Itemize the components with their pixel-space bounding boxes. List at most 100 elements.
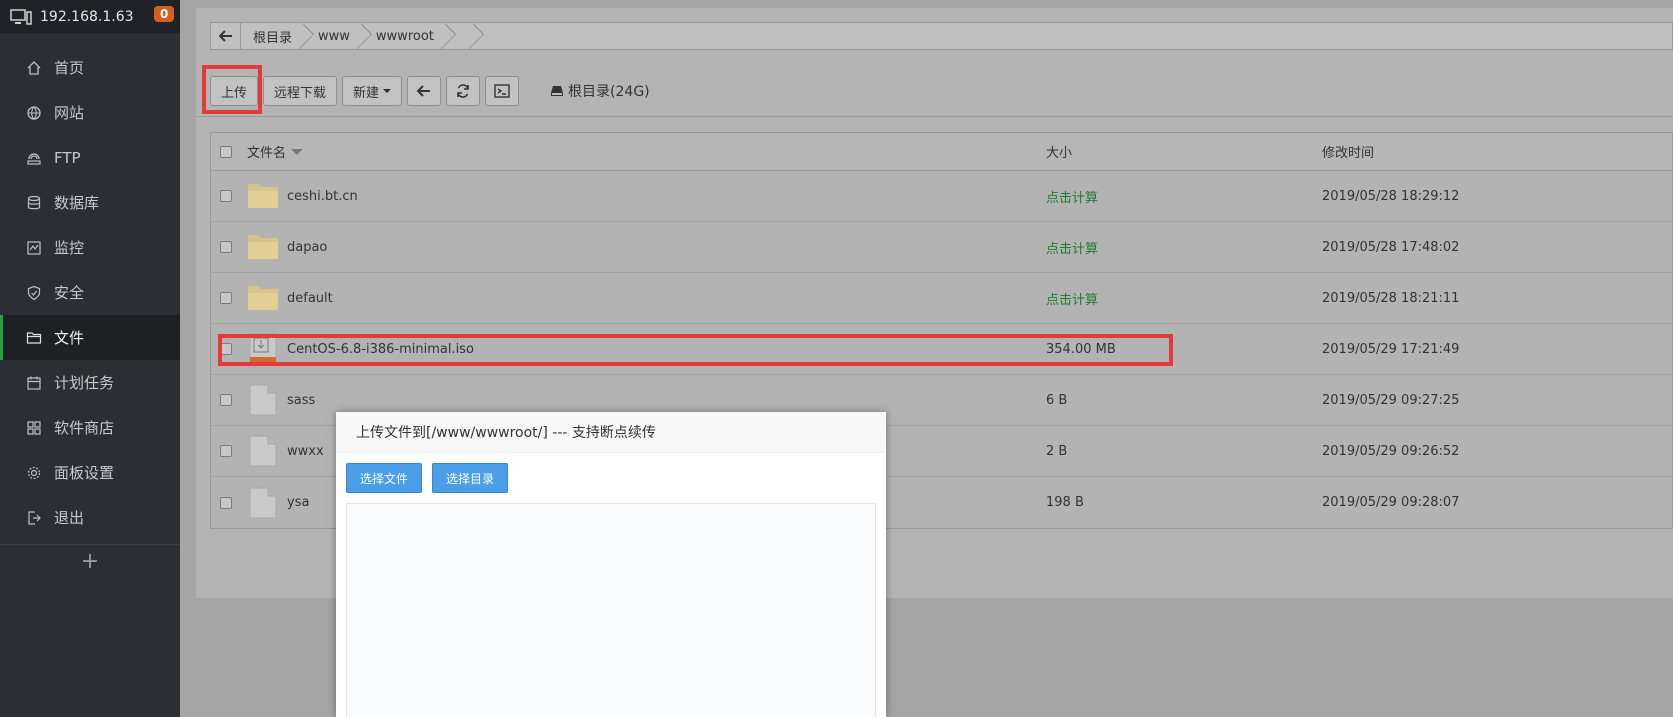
header-mtime[interactable]: 修改时间 (1322, 142, 1672, 161)
folder-icon (248, 286, 278, 310)
file-name[interactable]: dapao (287, 240, 327, 255)
sidebar-item-label: 数据库 (54, 194, 100, 212)
sidebar-item-10[interactable]: 退出 (0, 495, 180, 540)
breadcrumb-back-button[interactable] (211, 23, 241, 49)
sidebar: 192.168.1.63 0 首页网站 FTP 数据库监控安全文件计划任务软件商店面… (0, 0, 180, 717)
breadcrumb-www[interactable]: www (306, 23, 364, 49)
table-row[interactable]: dapao 点击计算 2019/05/28 17:48:02 (211, 222, 1672, 273)
calculate-size-link[interactable]: 点击计算 (1046, 289, 1322, 308)
terminal-button[interactable] (485, 76, 520, 106)
arrow-left-icon (417, 85, 431, 97)
computer-icon (10, 8, 32, 25)
sidebar-item-label: 网站 (54, 104, 85, 122)
file-mtime: 2019/05/29 09:28:07 (1322, 495, 1460, 510)
toolbar: 上传 远程下载 新建 根目录(24G) (210, 75, 650, 107)
sidebar-item-9[interactable]: 面板设置 (0, 450, 180, 495)
sidebar-item-label: 监控 (54, 239, 85, 257)
shield-icon (26, 285, 42, 301)
sidebar-item-label: 安全 (54, 284, 85, 302)
file-mtime: 2019/05/28 17:48:02 (1322, 239, 1460, 255)
remote-download-button[interactable]: 远程下载 (263, 76, 338, 106)
upload-highlight-box (202, 65, 262, 114)
sidebar-item-7[interactable]: 计划任务 (0, 360, 180, 405)
disk-info[interactable]: 根目录(24G) (550, 81, 650, 101)
breadcrumb-wwwroot[interactable]: wwwroot (364, 23, 448, 49)
arrow-left-icon (218, 30, 232, 42)
file-mtime: 2019/05/29 17:21:49 (1322, 341, 1460, 357)
file-name[interactable]: ceshi.bt.cn (287, 189, 358, 204)
file-mtime: 2019/05/28 18:21:11 (1322, 290, 1460, 306)
choose-directory-button[interactable]: 选择目录 (432, 463, 509, 493)
select-all-checkbox[interactable] (220, 145, 232, 158)
new-dropdown-button[interactable]: 新建 (342, 76, 403, 106)
sidebar-item-4[interactable]: 监控 (0, 225, 180, 270)
upload-dialog-title: 上传文件到[/www/wwwroot/] --- 支持断点续传 (336, 412, 886, 453)
server-header: 192.168.1.63 0 (0, 0, 180, 33)
row-checkbox[interactable] (220, 241, 232, 253)
panel-divider (196, 116, 1673, 117)
sidebar-item-label: 计划任务 (54, 374, 115, 392)
notification-badge[interactable]: 0 (154, 6, 175, 22)
file-mtime: 2019/05/28 18:29:12 (1322, 188, 1460, 204)
header-size[interactable]: 大小 (1046, 142, 1322, 161)
file-name[interactable]: ysa (287, 495, 309, 510)
breadcrumb: 根目录 www wwwroot (210, 22, 1673, 50)
header-name-label: 文件名 (247, 146, 287, 161)
sidebar-item-label: 首页 (54, 59, 85, 77)
table-row[interactable]: ceshi.bt.cn 点击计算 2019/05/28 18:29:12 (211, 171, 1672, 222)
calculate-size-link[interactable]: 点击计算 (1046, 187, 1322, 206)
sidebar-item-5[interactable]: 安全 (0, 270, 180, 315)
file-size: 198 B (1046, 495, 1084, 510)
sidebar-item-label: FTP (54, 148, 81, 167)
upload-drop-zone[interactable] (346, 503, 876, 717)
hard-drive-icon (551, 86, 564, 96)
add-menu-button[interactable]: + (0, 547, 180, 577)
file-name[interactable]: default (287, 291, 333, 306)
new-label: 新建 (353, 85, 380, 101)
sidebar-item-label: 面板设置 (54, 464, 115, 482)
upload-dialog: 上传文件到[/www/wwwroot/] --- 支持断点续传 选择文件 选择目… (336, 412, 886, 717)
calendar-icon (26, 375, 42, 391)
ftp-icon (26, 150, 42, 166)
choose-file-button[interactable]: 选择文件 (346, 463, 423, 493)
file-icon (249, 435, 277, 467)
file-icon (249, 384, 277, 416)
sidebar-item-6[interactable]: 文件 (0, 315, 180, 360)
file-name[interactable]: wwxx (287, 444, 324, 459)
breadcrumb-root[interactable]: 根目录 (241, 23, 306, 49)
file-icon (249, 487, 277, 518)
sidebar-item-0[interactable]: 首页 (0, 45, 180, 90)
go-back-button[interactable] (407, 76, 442, 106)
file-mtime: 2019/05/29 09:26:52 (1322, 443, 1460, 459)
sidebar-item-label: 文件 (54, 329, 85, 347)
sidebar-divider (0, 544, 180, 545)
file-size: 2 B (1046, 443, 1068, 459)
file-size: 6 B (1046, 392, 1068, 408)
server-host: 192.168.1.63 (40, 8, 134, 25)
sidebar-item-3[interactable]: 数据库 (0, 180, 180, 225)
logout-icon (26, 510, 42, 526)
file-mtime: 2019/05/29 09:27:25 (1322, 392, 1460, 408)
folder-icon (248, 184, 278, 208)
row-checkbox[interactable] (220, 292, 232, 304)
header-name[interactable]: 文件名 (241, 142, 1046, 161)
sidebar-item-8[interactable]: 软件商店 (0, 405, 180, 450)
calculate-size-link[interactable]: 点击计算 (1046, 238, 1322, 257)
terminal-icon (494, 84, 510, 98)
row-checkbox[interactable] (220, 394, 232, 406)
table-row[interactable]: default 点击计算 2019/05/28 18:21:11 (211, 273, 1672, 324)
refresh-icon (457, 84, 469, 98)
sidebar-item-2[interactable]: FTP (0, 135, 180, 180)
row-checkbox[interactable] (220, 190, 232, 202)
row-checkbox[interactable] (220, 445, 232, 457)
monitor-icon (26, 240, 42, 256)
row-checkbox[interactable] (220, 496, 232, 509)
refresh-button[interactable] (446, 76, 481, 106)
home-icon (26, 60, 42, 76)
database-icon (26, 195, 42, 211)
file-name[interactable]: sass (287, 393, 315, 408)
globe-icon (26, 105, 42, 121)
iso-row-highlight-box (218, 334, 1173, 366)
disk-label: 根目录(24G) (568, 84, 650, 100)
sidebar-item-1[interactable]: 网站 (0, 90, 180, 135)
